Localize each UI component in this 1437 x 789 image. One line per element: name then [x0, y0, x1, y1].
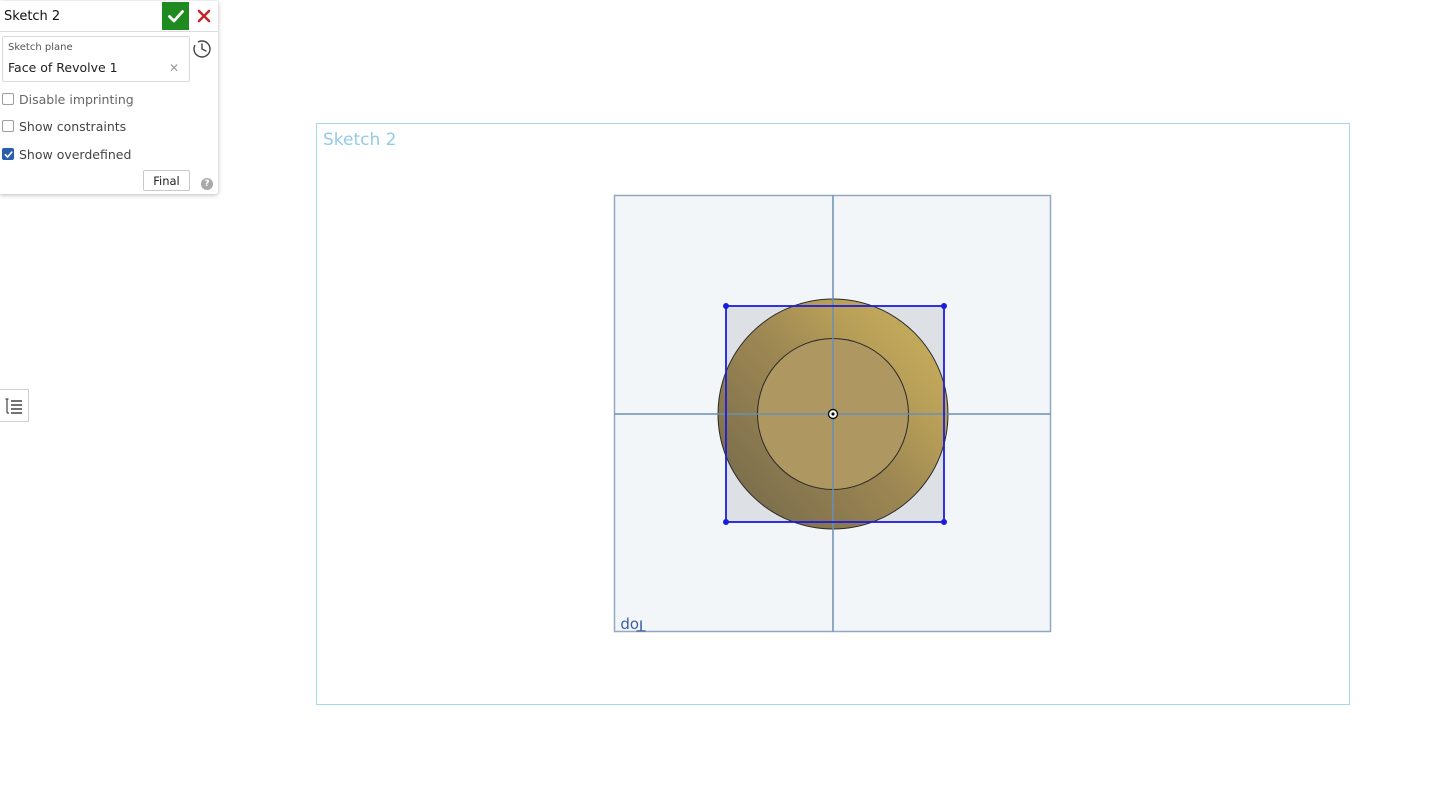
plane-name-label: Top: [620, 617, 646, 635]
graphics-viewport[interactable]: Top: [0, 0, 1437, 789]
rectangle-vertex[interactable]: [723, 519, 729, 525]
rectangle-vertex[interactable]: [723, 303, 729, 309]
rectangle-vertex[interactable]: [941, 303, 947, 309]
origin-point-icon[interactable]: [827, 408, 839, 420]
rectangle-vertex[interactable]: [941, 519, 947, 525]
